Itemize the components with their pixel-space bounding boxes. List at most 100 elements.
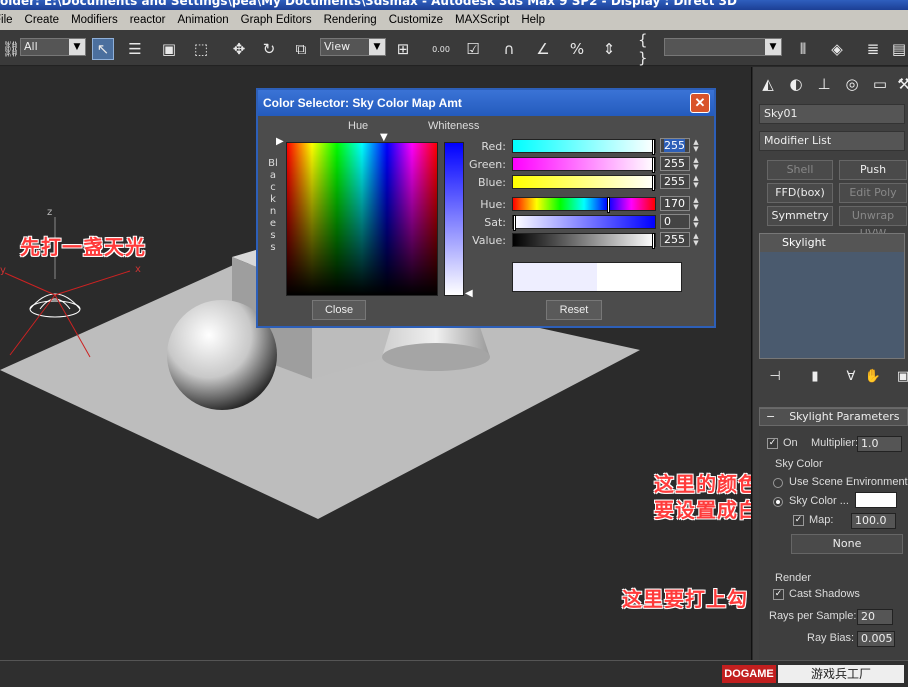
- on-checkbox[interactable]: ✓: [767, 438, 778, 449]
- blue-spinner[interactable]: 255: [660, 174, 690, 189]
- pin-stack-icon[interactable]: ⊣: [765, 367, 785, 387]
- map-checkbox[interactable]: ✓: [793, 515, 804, 526]
- stack-item-skylight[interactable]: Skylight: [760, 234, 904, 252]
- menu-reactor[interactable]: reactor: [124, 14, 172, 26]
- sky-color-swatch[interactable]: [855, 492, 897, 508]
- show-end-result-icon[interactable]: ▮: [805, 367, 825, 387]
- spinner-arrows-icon[interactable]: ▲ ▼: [692, 139, 700, 154]
- snap-toggle-icon[interactable]: ∩: [498, 38, 520, 60]
- value-spinner[interactable]: 255: [660, 232, 690, 247]
- selection-filter-dropdown[interactable]: All ▼: [20, 38, 86, 56]
- axis-x-label: x: [135, 264, 141, 275]
- cast-shadows-checkbox[interactable]: ✓: [773, 589, 784, 600]
- modify-tab-icon[interactable]: ◐: [785, 73, 807, 95]
- blue-slider[interactable]: [512, 175, 656, 191]
- hue-slider[interactable]: [512, 197, 656, 213]
- spinner-arrows-icon[interactable]: ▲ ▼: [692, 197, 700, 212]
- swatch-current: [597, 263, 681, 291]
- whiteness-pointer-icon[interactable]: ◀: [465, 288, 473, 299]
- spinner-arrows-icon[interactable]: ▲ ▼: [692, 157, 700, 172]
- use-scene-env-radio[interactable]: [773, 478, 783, 488]
- hue-row-label: Hue:: [480, 198, 506, 211]
- scale-icon[interactable]: ⧉: [290, 38, 312, 60]
- menu-animation[interactable]: Animation: [172, 14, 235, 26]
- rays-per-sample-spinner[interactable]: 20: [857, 609, 893, 625]
- menu-customize[interactable]: Customize: [383, 14, 449, 26]
- menu-maxscript[interactable]: MAXScript: [449, 14, 515, 26]
- unwrap-uvw-button[interactable]: Unwrap UVW: [839, 206, 907, 240]
- curve-editor-icon[interactable]: ▤: [888, 38, 908, 60]
- select-by-name-icon[interactable]: ☰: [124, 38, 146, 60]
- close-icon[interactable]: ✕: [690, 93, 710, 113]
- mirror-icon[interactable]: ⫴: [792, 38, 814, 60]
- unlink-icon[interactable]: ⛓: [0, 38, 22, 60]
- value-slider[interactable]: [512, 233, 656, 249]
- dialog-title-bar: Color Selector: Sky Color Map Amt ✕: [258, 90, 714, 116]
- menu-help[interactable]: Help: [515, 14, 551, 26]
- close-button[interactable]: Close: [312, 300, 366, 320]
- named-selection-sets-dropdown[interactable]: ▼: [664, 38, 782, 56]
- spinner-arrows-icon[interactable]: ▲ ▼: [692, 175, 700, 190]
- move-icon[interactable]: ✥: [228, 38, 250, 60]
- keyboard-shortcut-icon[interactable]: ☑: [462, 38, 484, 60]
- align-icon[interactable]: ◈: [826, 38, 848, 60]
- hue-blackness-picker[interactable]: [286, 142, 438, 296]
- chevron-down-icon: ▼: [69, 39, 85, 55]
- object-name-field[interactable]: Sky01: [759, 104, 905, 124]
- rollout-header[interactable]: − Skylight Parameters: [759, 408, 908, 426]
- rect-selection-icon[interactable]: ▣: [158, 38, 180, 60]
- menu-modifiers[interactable]: Modifiers: [65, 14, 124, 26]
- green-label: Green:: [468, 158, 506, 171]
- green-spinner[interactable]: 255: [660, 156, 690, 171]
- symmetry-button[interactable]: Symmetry: [767, 206, 833, 226]
- utilities-tab-icon[interactable]: ⚒: [893, 73, 908, 95]
- color-swatch: [512, 262, 682, 292]
- reference-coord-dropdown[interactable]: View ▼: [320, 38, 386, 56]
- sky-color-radio[interactable]: [773, 497, 783, 507]
- select-object-icon[interactable]: ↖: [92, 38, 114, 60]
- map-none-button[interactable]: None: [791, 534, 903, 554]
- menu-file[interactable]: File: [0, 14, 19, 26]
- menu-rendering[interactable]: Rendering: [318, 14, 383, 26]
- pivot-center-icon[interactable]: ⊞: [392, 38, 414, 60]
- configure-sets-icon[interactable]: ▣: [893, 367, 908, 387]
- sat-spinner[interactable]: 0: [660, 214, 690, 229]
- menu-bar: File Create Modifiers reactor Animation …: [0, 10, 908, 30]
- shell-button[interactable]: Shell: [767, 160, 833, 180]
- map-amount-spinner[interactable]: 100.0: [851, 513, 896, 529]
- hierarchy-tab-icon[interactable]: ⊥: [813, 73, 835, 95]
- menu-graph-editors[interactable]: Graph Editors: [235, 14, 318, 26]
- create-tab-icon[interactable]: ◭: [757, 73, 779, 95]
- stack-icon-row: ⊣ ▮ ∀ ✋ ▣: [759, 367, 908, 387]
- red-spinner[interactable]: 255: [660, 138, 690, 153]
- spinner-snap-icon[interactable]: 0.00: [430, 38, 452, 60]
- green-slider[interactable]: [512, 157, 656, 173]
- sat-slider[interactable]: [512, 215, 656, 231]
- angle-snap-icon[interactable]: ∠: [532, 38, 554, 60]
- spinner-arrows-icon[interactable]: ▲ ▼: [692, 215, 700, 230]
- display-tab-icon[interactable]: ▭: [869, 73, 891, 95]
- red-slider[interactable]: [512, 139, 656, 155]
- named-selection-icon[interactable]: { }: [638, 31, 660, 67]
- rotate-icon[interactable]: ↻: [258, 38, 280, 60]
- ffd-box-button[interactable]: FFD(box): [767, 183, 833, 203]
- reset-button[interactable]: Reset: [546, 300, 602, 320]
- spinner-snap-toggle-icon[interactable]: ⇕: [598, 38, 620, 60]
- push-button[interactable]: Push: [839, 160, 907, 180]
- spinner-arrows-icon[interactable]: ▲ ▼: [692, 233, 700, 248]
- menu-create[interactable]: Create: [19, 14, 66, 26]
- value-label: Value:: [472, 234, 506, 247]
- remove-modifier-icon[interactable]: ✋: [863, 367, 883, 387]
- modifier-list-dropdown[interactable]: Modifier List: [759, 131, 905, 151]
- blackness-pointer-icon[interactable]: ▶: [276, 136, 284, 147]
- axis-z-label: z: [47, 207, 52, 218]
- make-unique-icon[interactable]: ∀: [841, 367, 861, 387]
- edit-poly-button[interactable]: Edit Poly: [839, 183, 907, 203]
- hue-spinner[interactable]: 170: [660, 196, 690, 211]
- multiplier-spinner[interactable]: 1.0: [857, 436, 902, 452]
- ray-bias-spinner[interactable]: 0.005: [857, 631, 895, 647]
- layer-manager-icon[interactable]: ≣: [862, 38, 884, 60]
- window-crossing-icon[interactable]: ⬚: [190, 38, 212, 60]
- motion-tab-icon[interactable]: ◎: [841, 73, 863, 95]
- percent-snap-icon[interactable]: %: [566, 38, 588, 60]
